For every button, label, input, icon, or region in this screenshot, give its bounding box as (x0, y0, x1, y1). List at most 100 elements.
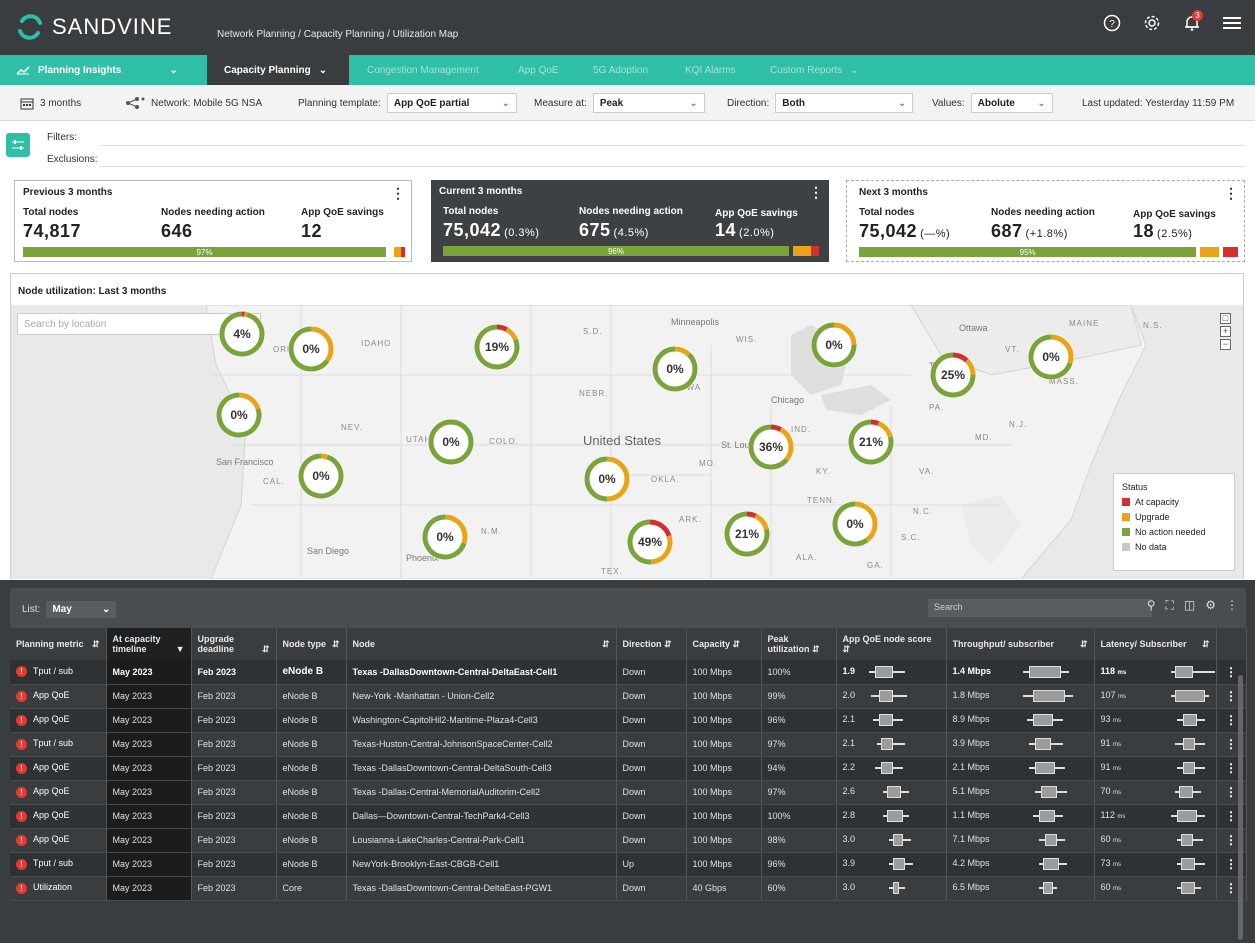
network-selector[interactable]: Network: Mobile 5G NSA (125, 85, 262, 121)
settings-icon[interactable]: ⚙ (1205, 598, 1216, 613)
zoom-out-button[interactable]: − (1220, 339, 1231, 350)
cell-timeline: May 2023 (106, 756, 192, 781)
node-utilization-donut[interactable]: 49% (626, 518, 674, 566)
node-utilization-donut[interactable]: 0% (297, 452, 345, 500)
sort-icon[interactable]: ⇵ (843, 644, 851, 654)
more-icon[interactable]: ⋮ (391, 185, 405, 202)
cell-app-qoe-score: 2.1 (836, 732, 947, 757)
csv-export-icon[interactable]: ◫ (1184, 598, 1195, 613)
table-row[interactable]: ! App QoE May 2023 Feb 2023 eNode B Texas… (10, 780, 1247, 805)
cell-node[interactable]: Dallas—Downtown-Central-TechPark4-Cell3 (346, 804, 617, 829)
cell-node[interactable]: Texas -DallasDowntown-Central-DeltaEast-… (346, 660, 617, 685)
sort-icon[interactable]: ⇵ (664, 639, 672, 649)
sort-icon[interactable]: ⇵ (92, 639, 100, 650)
filter-button[interactable] (6, 133, 30, 157)
sort-desc-icon[interactable]: ▼ (176, 644, 185, 654)
cell-node[interactable]: Lousianna-LakeCharles-Central-Park-Cell1 (346, 828, 617, 853)
nav-planning-insights[interactable]: Planning Insights ⌄ (16, 55, 178, 85)
node-utilization-donut[interactable]: 0% (651, 345, 699, 393)
measure-dropdown[interactable]: Peak ⌄ (592, 93, 705, 113)
exclusions-label[interactable]: Exclusions: (47, 154, 98, 165)
node-utilization-donut[interactable]: 19% (473, 323, 521, 371)
cell-node[interactable]: Texas-Huston-Central-JohnsonSpaceCenter-… (346, 732, 617, 757)
sort-icon[interactable]: ⇵ (1202, 639, 1210, 650)
cell-node[interactable]: Texas -Dallas-Central-MemorialAuditorim-… (346, 780, 617, 805)
table-row[interactable]: ! Tput / sub May 2023 Feb 2023 eNode B Te… (10, 660, 1247, 685)
more-icon[interactable]: ⋮ (809, 184, 823, 201)
node-utilization-donut[interactable]: 36% (747, 423, 795, 471)
col-latency[interactable]: Latency/ Subscriber ⇵ (1094, 628, 1217, 660)
node-utilization-donut[interactable]: 0% (421, 513, 469, 561)
list-dropdown[interactable]: May ⌄ (46, 601, 117, 618)
sort-icon[interactable]: ⇵ (812, 644, 820, 654)
table-row[interactable]: ! Tput / sub May 2023 Feb 2023 eNode B Ne… (10, 852, 1247, 877)
table-search-input[interactable]: Search (928, 599, 1152, 617)
col-throughput[interactable]: Throughput/ subscriber ⇵ (946, 628, 1095, 660)
cell-node[interactable]: New-York -Manhattan - Union-Cell2 (346, 684, 617, 709)
col-upgrade-deadline[interactable]: Upgrade deadline ⇵ (191, 628, 277, 660)
node-utilization-donut[interactable]: 21% (723, 510, 771, 558)
sort-icon[interactable]: ⇵ (602, 639, 610, 650)
direction-dropdown[interactable]: Both ⌄ (775, 93, 914, 113)
period-selector[interactable]: 3 months (20, 85, 81, 121)
cell-node[interactable]: Texas -DallasDowntown-Central-DeltaSouth… (346, 756, 617, 781)
cell-node[interactable]: Texas -DallasDowntown-Central-DeltaEast-… (346, 876, 617, 901)
col-planning-metric[interactable]: Planning metric ⇵ (10, 628, 107, 660)
table-scrollbar[interactable] (1238, 675, 1243, 940)
cell-node[interactable]: Washington-CapitolHil2-Maritime-Plaza4-C… (346, 708, 617, 733)
more-icon[interactable]: ⋮ (1226, 598, 1238, 613)
node-utilization-donut[interactable]: 4% (218, 310, 266, 358)
tab-custom-reports[interactable]: Custom Reports ⌄ (770, 55, 859, 85)
menu-icon[interactable] (1221, 12, 1243, 34)
table-row[interactable]: ! App QoE May 2023 Feb 2023 eNode B Washi… (10, 708, 1247, 733)
sort-icon[interactable]: ⇵ (262, 644, 270, 655)
fullscreen-icon[interactable]: □ (1220, 313, 1231, 324)
col-node-type[interactable]: Node type ⇵ (276, 628, 347, 660)
node-utilization-donut[interactable]: 0% (215, 391, 263, 439)
tab-kqi-alarms[interactable]: KQI Alarms (685, 55, 736, 85)
node-utilization-donut[interactable]: 21% (847, 418, 895, 466)
table-row[interactable]: ! App QoE May 2023 Feb 2023 eNode B Texas… (10, 756, 1247, 781)
node-utilization-donut[interactable]: 0% (1027, 333, 1075, 381)
expand-icon[interactable]: ⛶ (1165, 598, 1173, 613)
template-dropdown[interactable]: App QoE partial ⌄ (386, 93, 517, 113)
tab-app-qoe[interactable]: App QoE (518, 55, 559, 85)
cell-direction: Down (616, 828, 687, 853)
tab-5g-adoption[interactable]: 5G Adoption (593, 55, 648, 85)
table-row[interactable]: ! App QoE May 2023 Feb 2023 eNode B New-Y… (10, 684, 1247, 709)
node-utilization-donut[interactable]: 0% (427, 418, 475, 466)
filters-label[interactable]: Filters: (47, 132, 77, 143)
donut-label: 0% (442, 435, 460, 449)
nav-capacity-planning[interactable]: Capacity Planning ⌄ (207, 55, 349, 85)
col-peak-utilization[interactable]: Peak utilization ⇵ (761, 628, 837, 660)
values-dropdown[interactable]: Abolute ⌄ (970, 93, 1053, 113)
node-utilization-donut[interactable]: 0% (287, 325, 335, 373)
table-row[interactable]: ! Utilization May 2023 Feb 2023 Core Texa… (10, 876, 1247, 901)
col-direction[interactable]: Direction ⇵ (616, 628, 687, 660)
col-capacity[interactable]: Capacity ⇵ (686, 628, 762, 660)
node-utilization-donut[interactable]: 0% (810, 321, 858, 369)
table-row[interactable]: ! App QoE May 2023 Feb 2023 eNode B Lousi… (10, 828, 1247, 853)
help-icon[interactable]: ? (1101, 12, 1123, 34)
table-row[interactable]: ! App QoE May 2023 Feb 2023 eNode B Dalla… (10, 804, 1247, 829)
cell-node[interactable]: NewYork-Brooklyn-East-CBGB-Cell1 (346, 852, 617, 877)
sort-icon[interactable]: ⇵ (1080, 639, 1088, 650)
sort-icon[interactable]: ⇵ (733, 639, 741, 649)
sort-icon[interactable]: ⇵ (332, 639, 340, 650)
tab-congestion-management[interactable]: Congestion Management (367, 55, 479, 85)
legend-title: Status (1122, 482, 1148, 492)
node-utilization-donut[interactable]: 25% (929, 351, 977, 399)
settings-icon[interactable] (1141, 12, 1163, 34)
node-utilization-donut[interactable]: 0% (583, 455, 631, 503)
zoom-in-button[interactable]: + (1220, 326, 1231, 337)
col-app-qoe-score[interactable]: App QoE node score ⇵ (836, 628, 947, 660)
col-at-capacity-timeline[interactable]: At capacity timeline ▼ (106, 628, 192, 660)
sandvine-logo[interactable]: SANDVINE (16, 10, 172, 44)
bell-icon[interactable]: 3 (1181, 10, 1203, 34)
col-node[interactable]: Node ⇵ (346, 628, 617, 660)
more-icon[interactable]: ⋮ (1224, 185, 1238, 202)
search-icon[interactable]: ⚲ (1147, 598, 1156, 613)
table-row[interactable]: ! Tput / sub May 2023 Feb 2023 eNode B Te… (10, 732, 1247, 757)
node-utilization-donut[interactable]: 0% (831, 500, 879, 548)
utilization-map[interactable]: Search by location □ + − IDAHO S.D. Minnea… (11, 305, 1243, 579)
